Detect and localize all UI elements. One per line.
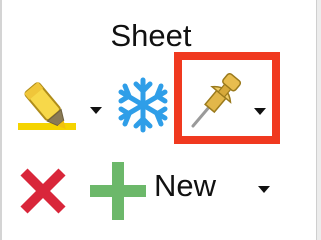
snowflake-icon	[118, 77, 168, 133]
highlighter-icon	[18, 82, 76, 130]
sheet-ribbon-group: Sheet New	[0, 0, 321, 240]
group-left-edge	[0, 0, 2, 240]
highlight-dropdown-chevron-icon[interactable]	[90, 107, 102, 114]
red-x-icon	[20, 168, 66, 214]
add-button[interactable]	[86, 160, 150, 222]
new-dropdown-chevron-icon[interactable]	[258, 186, 270, 193]
delete-button[interactable]	[14, 162, 72, 218]
highlight-button[interactable]	[10, 70, 108, 142]
freeze-button[interactable]	[112, 72, 174, 140]
green-plus-icon	[90, 162, 146, 220]
selection-highlight-frame	[174, 52, 280, 144]
group-right-shade	[317, 0, 321, 240]
new-button-label: New	[154, 168, 217, 203]
group-title: Sheet	[110, 18, 192, 53]
